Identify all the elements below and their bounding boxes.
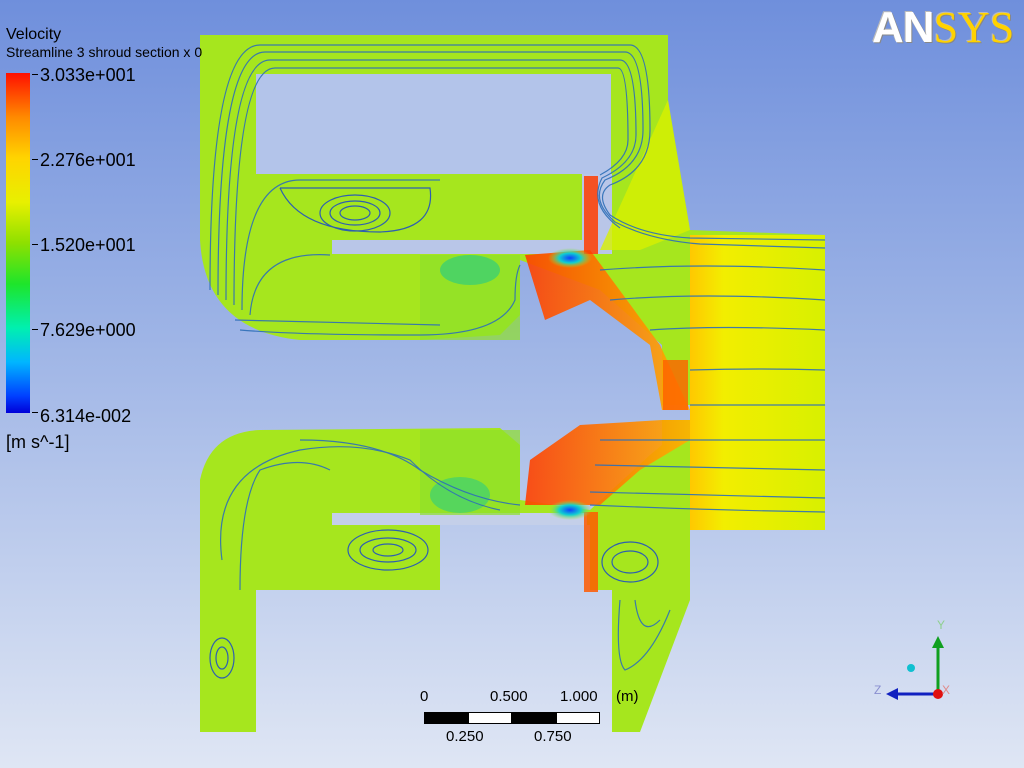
- legend-tick-2: 2.276e+001: [40, 150, 136, 170]
- scale-bar: 0 0.500 1.000 (m) 0.250 0.750: [420, 688, 660, 748]
- scale-label-1000: 1.000: [560, 688, 598, 705]
- legend-tick-mark: [32, 159, 38, 160]
- outlet-duct-region: [690, 235, 825, 530]
- legend-tick-min: 6.314e-002: [40, 406, 132, 426]
- legend-units: [m s^-1]: [6, 432, 70, 452]
- logo-text-sys: SYS: [933, 3, 1015, 52]
- legend-tick-4: 7.629e+000: [40, 320, 136, 340]
- upper-cavity: [256, 74, 611, 174]
- axis-label-z: Z: [874, 683, 882, 697]
- axis-label-y: Y: [937, 618, 946, 632]
- legend-subtitle: Streamline 3 shroud section x 0: [6, 44, 203, 60]
- scale-segment: [468, 712, 512, 724]
- legend-tick-max: 3.033e+001: [40, 65, 136, 85]
- legend-tick-mark: [32, 244, 38, 245]
- 3d-viewport[interactable]: Velocity Streamline 3 shroud section x 0…: [0, 0, 1024, 768]
- axis-label-x: X: [942, 683, 951, 697]
- scale-segment: [424, 712, 468, 724]
- scale-segment: [556, 712, 600, 724]
- legend-tick-mark: [32, 412, 38, 413]
- color-bar: [6, 73, 30, 413]
- legend-tick-mark: [32, 329, 38, 330]
- logo-text-an: AN: [872, 3, 935, 52]
- legend-tick-3: 1.520e+001: [40, 235, 136, 255]
- legend-tick-mark: [32, 74, 38, 75]
- ansys-logo: ANSYS: [872, 2, 1014, 53]
- legend-title: Velocity: [6, 26, 62, 43]
- scale-segment: [512, 712, 556, 724]
- axis-triad[interactable]: Y Z X: [870, 616, 960, 706]
- scale-label-unit: (m): [616, 688, 639, 705]
- scale-label-0500: 0.500: [490, 688, 528, 705]
- scale-label-0250: 0.250: [446, 728, 484, 745]
- scale-label-0: 0: [420, 688, 429, 705]
- scale-label-0750: 0.750: [534, 728, 572, 745]
